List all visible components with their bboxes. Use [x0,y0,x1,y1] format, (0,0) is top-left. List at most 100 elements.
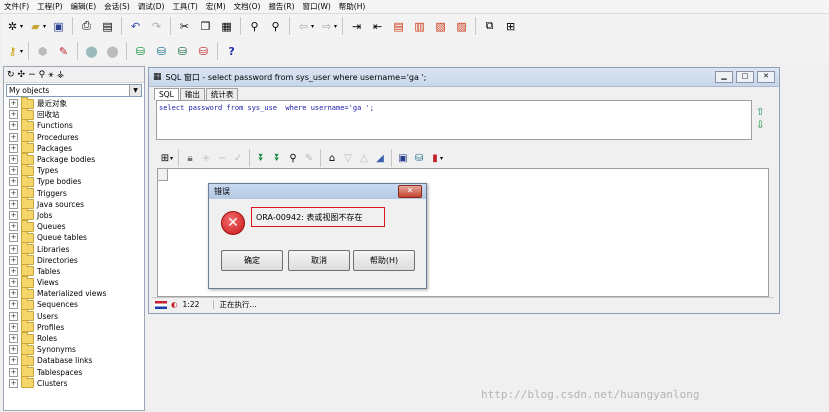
menu-tools[interactable]: 工具(T) [168,1,201,12]
database-icon[interactable]: ⛁ [412,151,426,165]
database-icon[interactable]: ⛁ [153,43,170,60]
expand-icon[interactable]: + [9,244,18,254]
open-folder-icon[interactable]: ▰ [27,18,44,35]
expand-icon[interactable]: + [9,278,18,288]
paste-icon[interactable]: ▦ [218,18,235,35]
expand-icon[interactable]: + [9,289,18,299]
insert-record-icon[interactable]: + [199,151,213,165]
expand-icon[interactable]: + [9,233,18,243]
chevron-down-icon[interactable]: ▾ [20,23,23,30]
sort-up-icon[interactable]: △ [357,151,371,165]
redo-icon[interactable]: ↷ [148,18,165,35]
tab-output[interactable]: 输出 [179,88,205,100]
expand-icon[interactable]: + [9,334,18,344]
expand-icon[interactable]: + [9,300,18,310]
cancel-button[interactable]: 取消 [288,250,350,271]
expand-icon[interactable]: + [9,132,18,142]
chevron-down-icon[interactable]: ▾ [43,23,46,30]
menu-session[interactable]: 会话(S) [100,1,134,12]
uppercase-icon[interactable]: ▤ [390,18,407,35]
menu-file[interactable]: 文件(F) [0,1,33,12]
tree-icon[interactable]: ⚶ [57,70,65,80]
forward-icon[interactable]: ⇨ [318,18,335,35]
expand-icon[interactable]: + [9,99,18,109]
expand-icon[interactable]: + [9,121,18,131]
expand-icon[interactable]: + [9,345,18,355]
window-list-icon[interactable]: ⧉ [481,18,498,35]
close-button[interactable]: ✕ [398,185,422,198]
back-icon[interactable]: ⇦ [295,18,312,35]
tab-statistics[interactable]: 统计表 [205,88,239,100]
print-icon[interactable]: ⎙ [78,18,95,35]
lowercase-icon[interactable]: ▥ [411,18,428,35]
object-filter-select[interactable]: My objects ▼ [6,84,142,97]
chevron-down-icon[interactable]: ▾ [20,48,23,55]
expand-icon[interactable]: + [9,322,18,332]
compile-icon[interactable]: ⬢ [34,43,51,60]
sql-editor[interactable]: select password from sys_use where usern… [156,100,752,140]
expand-icon[interactable]: + [9,255,18,265]
clear-icon[interactable]: ✎ [302,151,316,165]
replace-icon[interactable]: ⚲ [267,18,284,35]
database-icon[interactable]: ⛁ [174,43,191,60]
fetch-last-icon[interactable]: ⏬︎ [270,151,284,165]
delete-record-icon[interactable]: − [215,151,229,165]
close-button[interactable]: ✕ [757,71,775,83]
expand-icon[interactable]: + [9,199,18,209]
unindent-icon[interactable]: ⇤ [369,18,386,35]
expand-icon[interactable]: + [9,356,18,366]
rollback-icon[interactable]: ⬤ [104,43,121,60]
find-icon[interactable]: ⚲ [246,18,263,35]
menu-reports[interactable]: 报告(R) [264,1,298,12]
expand-icon[interactable]: + [9,266,18,276]
expand-icon[interactable]: + [9,110,18,120]
menu-debug[interactable]: 调试(D) [134,1,169,12]
find-icon[interactable]: ⚲ [286,151,300,165]
expand-icon[interactable]: + [9,177,18,187]
help-button[interactable]: 帮助(H) [353,250,415,271]
key-icon[interactable]: ⚷ [4,43,21,60]
indent-icon[interactable]: ⇥ [348,18,365,35]
comment-icon[interactable]: ▧ [432,18,449,35]
menu-help[interactable]: 帮助(H) [335,1,370,12]
menu-documents[interactable]: 文档(O) [230,1,265,12]
post-changes-icon[interactable]: ✓ [231,151,245,165]
expand-icon[interactable]: + [9,222,18,232]
help-icon[interactable]: ? [223,43,240,60]
chevron-down-icon[interactable]: ▾ [170,155,173,162]
fetch-next-icon[interactable]: ⏬︎ [254,151,268,165]
menu-edit[interactable]: 编辑(E) [67,1,101,12]
expand-icon[interactable]: + [9,367,18,377]
menu-macro[interactable]: 宏(M) [202,1,230,12]
chevron-down-icon[interactable]: ▾ [334,23,337,30]
expand-icon[interactable]: + [9,143,18,153]
chevron-down-icon[interactable]: ▾ [311,23,314,30]
tile-windows-icon[interactable]: ⊞ [502,18,519,35]
save-icon[interactable]: ▣ [50,18,67,35]
commit-icon[interactable]: ⬤ [83,43,100,60]
arrow-down-icon[interactable]: ⇩ [756,119,764,132]
remove-icon[interactable]: − [28,70,36,80]
save-icon[interactable]: ▣ [396,151,410,165]
expand-icon[interactable]: + [9,166,18,176]
maximize-button[interactable]: □ [736,71,754,83]
ok-button[interactable]: 确定 [221,250,283,271]
expand-icon[interactable]: + [9,188,18,198]
uncomment-icon[interactable]: ▨ [453,18,470,35]
arrow-up-icon[interactable]: ⇧ [756,106,764,119]
expand-icon[interactable]: + [9,311,18,321]
export-icon[interactable]: ◢ [373,151,387,165]
chevron-down-icon[interactable]: ▼ [129,85,141,96]
execute-icon[interactable]: ✎ [55,43,72,60]
cut-icon[interactable]: ✂ [176,18,193,35]
menu-project[interactable]: 工程(P) [33,1,66,12]
filter-icon[interactable]: ⚹ [48,70,53,80]
expand-icon[interactable]: + [9,155,18,165]
expand-icon[interactable]: + [9,210,18,220]
sort-down-icon[interactable]: ▽ [341,151,355,165]
query-by-example-icon[interactable]: ⌂ [325,151,339,165]
database-icon[interactable]: ⛁ [195,43,212,60]
print-preview-icon[interactable]: ▤ [99,18,116,35]
tree-item[interactable]: + Clusters [4,376,144,389]
lock-icon[interactable]: 🔒︎ [183,151,197,165]
